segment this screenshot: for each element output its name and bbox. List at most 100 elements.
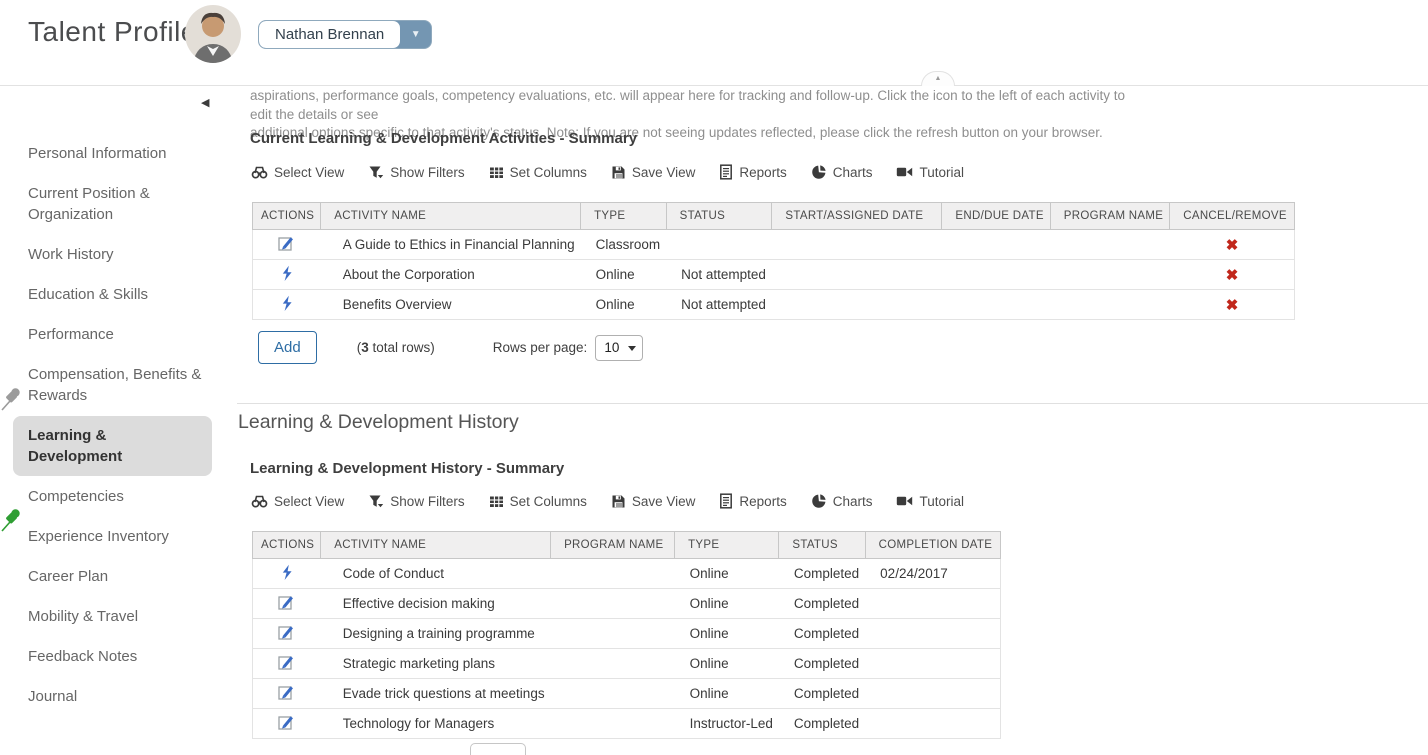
toolbar-label: Reports <box>739 494 786 509</box>
column-header-type[interactable]: TYPE <box>581 203 667 230</box>
column-header-cancel-remove[interactable]: CANCEL/REMOVE <box>1170 203 1295 230</box>
sidebar-item-learning-development[interactable]: Learning & Development <box>13 416 212 476</box>
grid-icon <box>489 494 504 509</box>
sidebar-item-work-history[interactable]: Work History <box>13 235 212 274</box>
column-header-type[interactable]: TYPE <box>675 532 779 559</box>
column-header-program-name[interactable]: PROGRAM NAME <box>551 532 675 559</box>
sidebar-item-compensation-benefits-rewards[interactable]: Compensation, Benefits & Rewards <box>13 355 212 415</box>
toolbar-label: Select View <box>274 494 344 509</box>
sidebar-item-education-skills[interactable]: Education & Skills <box>13 275 212 314</box>
lightning-action-icon[interactable] <box>280 564 294 584</box>
type-cell: Online <box>675 679 779 709</box>
history-toolbar: Select View Show Filters Set Columns Save V… <box>251 493 964 509</box>
sidebar-collapse-button[interactable]: ◀ <box>201 96 209 109</box>
toolbar-label: Tutorial <box>919 165 964 180</box>
column-header-activity-name[interactable]: ACTIVITY NAME <box>321 203 581 230</box>
completion-date-cell: 02/24/2017 <box>865 559 1000 589</box>
column-header-status[interactable]: STATUS <box>779 532 865 559</box>
sidebar-item-mobility-travel[interactable]: Mobility & Travel <box>13 597 212 636</box>
program-name-cell <box>551 709 675 739</box>
toolbar-show-filters[interactable]: Show Filters <box>368 494 464 509</box>
sidebar-item-performance[interactable]: Performance <box>13 315 212 354</box>
edit-action-icon[interactable] <box>278 594 295 614</box>
sidebar-item-journal[interactable]: Journal <box>13 677 212 716</box>
history-heading: Learning & Development History - Summary <box>250 460 564 477</box>
toolbar-save-view[interactable]: Save View <box>611 165 696 180</box>
completion-date-cell <box>865 709 1000 739</box>
pin-icon-green[interactable] <box>0 507 23 538</box>
toolbar-set-columns[interactable]: Set Columns <box>489 494 587 509</box>
edit-action-icon[interactable] <box>278 235 295 255</box>
toolbar-charts[interactable]: Charts <box>811 164 873 180</box>
action-cell <box>253 559 321 589</box>
sidebar-item-experience-inventory[interactable]: Experience Inventory <box>13 517 212 556</box>
column-header-activity-name[interactable]: ACTIVITY NAME <box>321 532 551 559</box>
collapse-panel-button[interactable]: ▲ <box>921 71 955 86</box>
sidebar-nav: Personal InformationCurrent Position & O… <box>0 134 237 717</box>
chevron-up-icon: ▲ <box>935 75 942 82</box>
column-header-status[interactable]: STATUS <box>666 203 772 230</box>
toolbar-save-view[interactable]: Save View <box>611 494 696 509</box>
total-rows-count: 3 <box>361 340 369 355</box>
status-cell: Completed <box>779 589 865 619</box>
status-cell: Not attempted <box>666 260 772 290</box>
profile-selector[interactable]: Nathan Brennan ▼ <box>258 20 432 49</box>
toolbar-tutorial[interactable]: Tutorial <box>896 493 964 509</box>
edit-action-icon[interactable] <box>278 624 295 644</box>
toolbar-charts[interactable]: Charts <box>811 493 873 509</box>
type-cell: Online <box>581 260 667 290</box>
sidebar-item-current-position-organization[interactable]: Current Position & Organization <box>13 174 212 234</box>
sidebar-item-career-plan[interactable]: Career Plan <box>13 557 212 596</box>
remove-x-icon[interactable]: ✖ <box>1226 237 1239 254</box>
intro-line-1: aspirations, performance goals, competen… <box>250 87 1150 124</box>
rows-per-page-select[interactable]: 10 <box>595 335 643 361</box>
toolbar-reports[interactable]: Reports <box>719 493 786 509</box>
chevron-down-icon: ▼ <box>411 29 421 40</box>
history-section-title: Learning & Development History <box>238 411 519 434</box>
pager-button-partial[interactable] <box>470 743 526 755</box>
column-header-program-name[interactable]: PROGRAM NAME <box>1050 203 1169 230</box>
edit-action-icon[interactable] <box>278 654 295 674</box>
add-button[interactable]: Add <box>258 331 317 364</box>
sidebar-item-personal-information[interactable]: Personal Information <box>13 134 212 173</box>
edit-action-icon[interactable] <box>278 714 295 734</box>
program-name-cell <box>1050 290 1169 320</box>
program-name-cell <box>1050 230 1169 260</box>
sidebar-item-feedback-notes[interactable]: Feedback Notes <box>13 637 212 676</box>
current-activities-toolbar: Select View Show Filters Set Columns Save V… <box>251 164 964 180</box>
lightning-action-icon[interactable] <box>280 265 294 285</box>
column-header-action[interactable]: ACTIONS <box>253 532 321 559</box>
edit-action-icon[interactable] <box>278 684 295 704</box>
status-cell <box>666 230 772 260</box>
type-cell: Online <box>581 290 667 320</box>
activity-name-cell: Designing a training programme <box>321 619 551 649</box>
column-header-completion-date[interactable]: COMPLETION DATE <box>865 532 1000 559</box>
sidebar-item-competencies[interactable]: Competencies <box>13 477 212 516</box>
remove-x-icon[interactable]: ✖ <box>1226 297 1239 314</box>
toolbar-select-view[interactable]: Select View <box>251 493 344 509</box>
toolbar-tutorial[interactable]: Tutorial <box>896 164 964 180</box>
profile-dropdown-button[interactable]: ▼ <box>400 21 431 48</box>
toolbar-select-view[interactable]: Select View <box>251 164 344 180</box>
column-header-end-due-date[interactable]: END/DUE DATE <box>942 203 1050 230</box>
pin-icon-gray[interactable] <box>0 386 23 417</box>
action-cell <box>253 589 321 619</box>
toolbar-set-columns[interactable]: Set Columns <box>489 165 587 180</box>
toolbar-label: Tutorial <box>919 494 964 509</box>
avatar <box>184 4 242 64</box>
current-activities-heading: Current Learning & Development Activitie… <box>250 130 637 147</box>
toolbar-show-filters[interactable]: Show Filters <box>368 165 464 180</box>
column-header-action[interactable]: ACTIONS <box>253 203 321 230</box>
remove-x-icon[interactable]: ✖ <box>1226 267 1239 284</box>
activity-name-cell: A Guide to Ethics in Financial Planning <box>321 230 581 260</box>
toolbar-label: Reports <box>739 165 786 180</box>
type-cell: Online <box>675 589 779 619</box>
lightning-action-icon[interactable] <box>280 295 294 315</box>
column-header-start-assigned-date[interactable]: START/ASSIGNED DATE <box>772 203 942 230</box>
grid-icon <box>489 165 504 180</box>
pie-chart-icon <box>811 164 827 180</box>
toolbar-reports[interactable]: Reports <box>719 164 786 180</box>
status-cell: Completed <box>779 649 865 679</box>
current-activities-table: ACTIONSACTIVITY NAMETYPESTATUSSTART/ASSI… <box>252 202 1295 320</box>
toolbar-label: Show Filters <box>390 165 464 180</box>
